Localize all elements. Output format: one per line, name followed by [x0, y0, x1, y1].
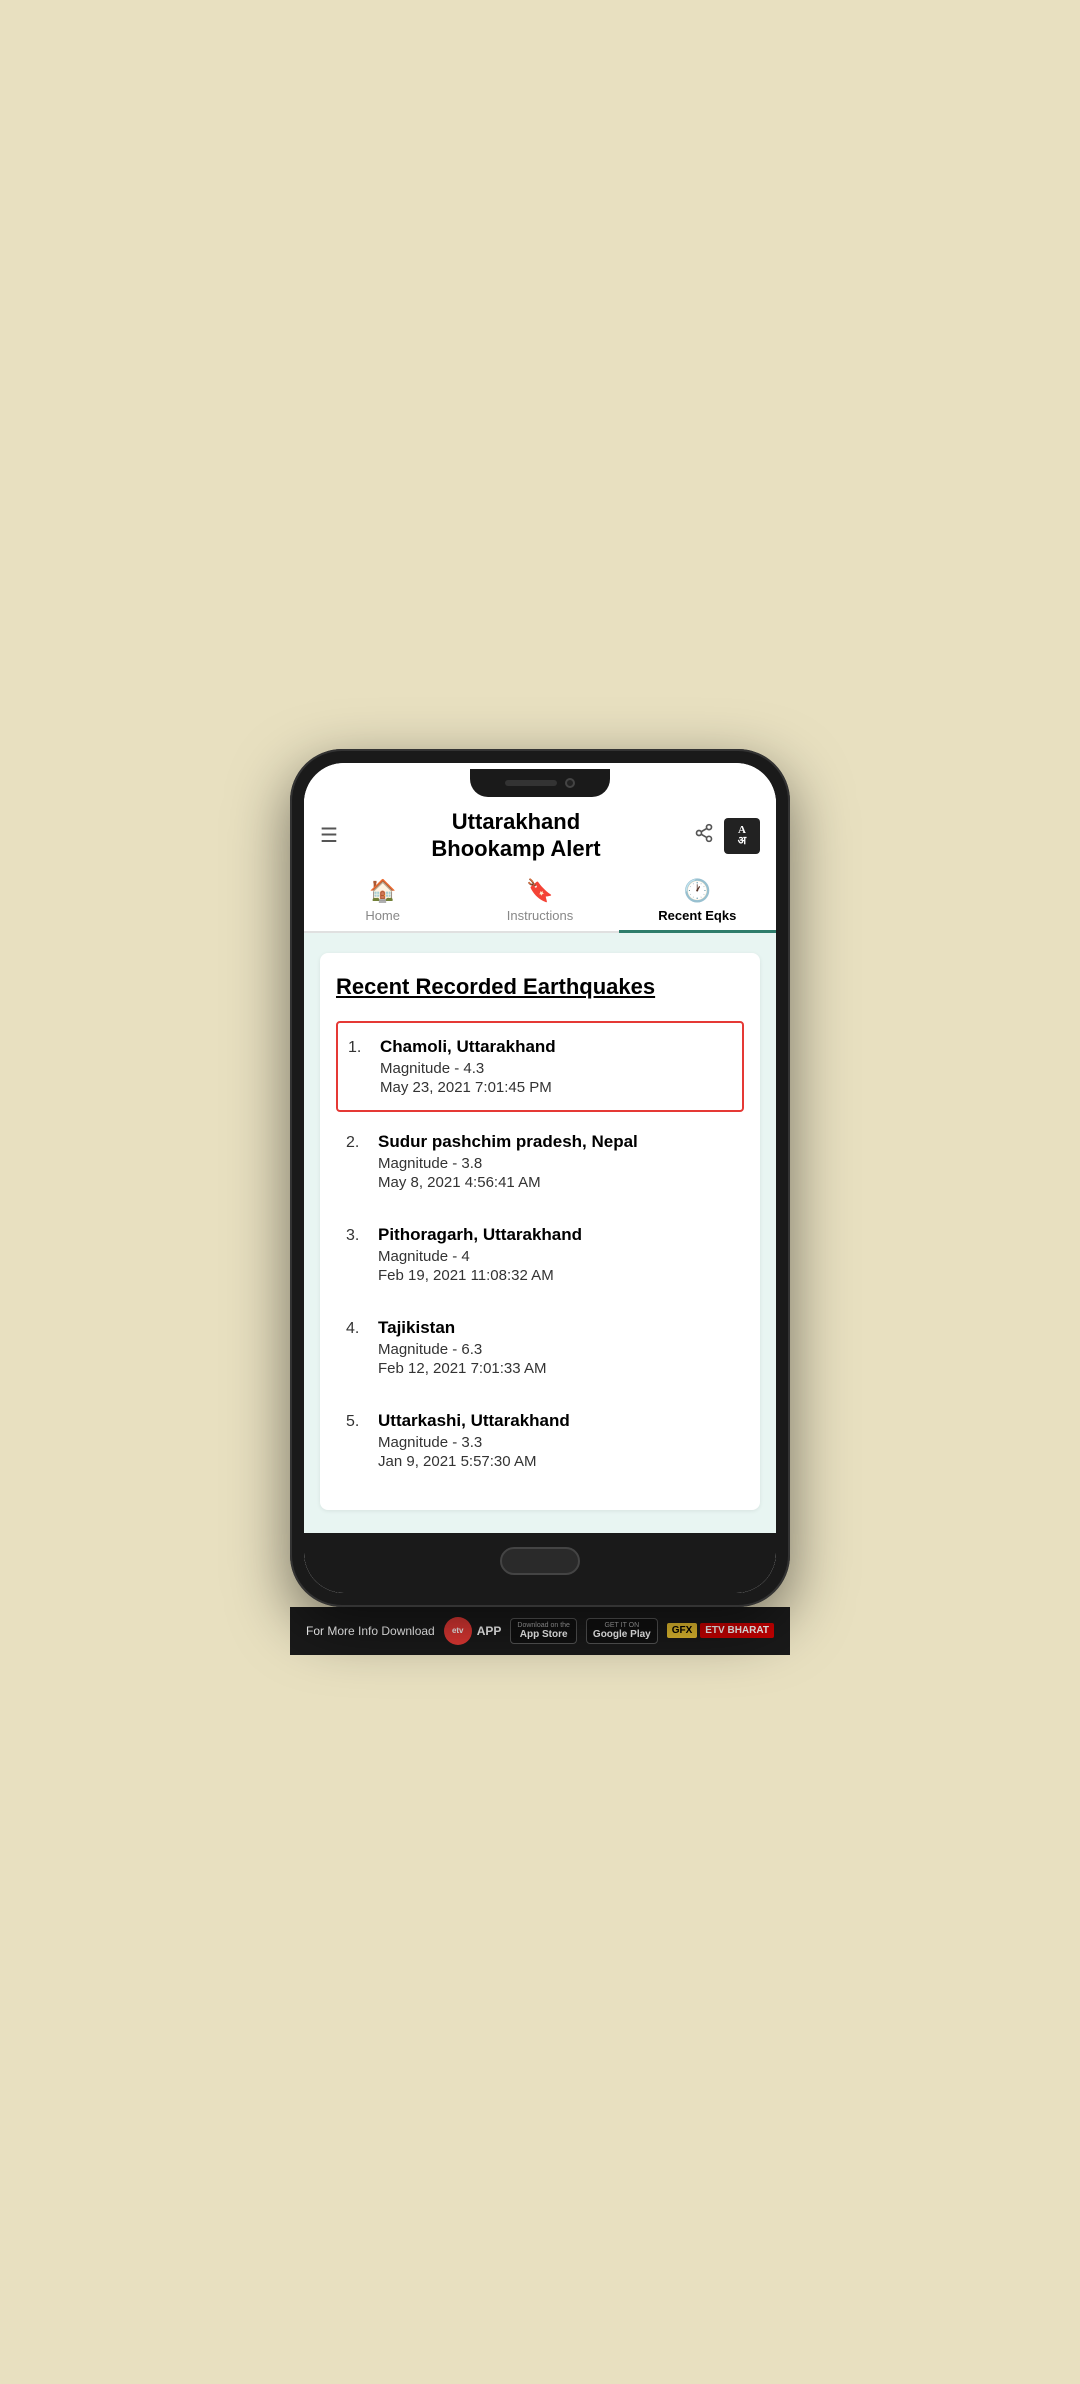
eq-magnitude-5: Magnitude - 3.3	[378, 1434, 734, 1451]
content-card: Recent Recorded Earthquakes 1. Chamoli, …	[320, 953, 760, 1511]
home-button-bar	[304, 1533, 776, 1593]
translate-button[interactable]: A अ	[724, 818, 760, 854]
eq-details-4: Tajikistan Magnitude - 6.3 Feb 12, 2021 …	[378, 1318, 734, 1377]
eq-location-2: Sudur pashchim pradesh, Nepal	[378, 1132, 734, 1152]
eq-number-4: 4.	[346, 1318, 378, 1338]
phone-wrapper: ☰ Uttarakhand Bhookamp Alert	[270, 749, 810, 1655]
tab-instructions[interactable]: 🔖 Instructions	[461, 870, 618, 931]
google-play-line2: Google Play	[593, 1629, 651, 1640]
eq-date-4: Feb 12, 2021 7:01:33 AM	[378, 1360, 734, 1377]
eq-date-1: May 23, 2021 7:01:45 PM	[380, 1079, 732, 1096]
eq-date-2: May 8, 2021 4:56:41 AM	[378, 1174, 734, 1191]
brand-badges: GFX ETV BHARAT	[667, 1623, 774, 1638]
eq-location-5: Uttarkashi, Uttarakhand	[378, 1411, 734, 1431]
tab-instructions-label: Instructions	[507, 908, 573, 923]
etvbharat-badge: ETV BHARAT	[700, 1623, 774, 1638]
earthquake-item-4[interactable]: 4. Tajikistan Magnitude - 6.3 Feb 12, 20…	[336, 1304, 744, 1391]
app-store-line2: App Store	[520, 1629, 568, 1640]
google-play-button[interactable]: GET IT ON Google Play	[586, 1618, 658, 1644]
eq-number-5: 5.	[346, 1411, 378, 1431]
bottom-banner: For More Info Download etv APP Download …	[290, 1607, 790, 1655]
app-icon: etv	[444, 1617, 472, 1645]
app-store-line1: Download on the	[517, 1622, 570, 1629]
app-label: APP	[477, 1624, 502, 1638]
earthquake-item-3[interactable]: 3. Pithoragarh, Uttarakhand Magnitude - …	[336, 1211, 744, 1298]
section-title: Recent Recorded Earthquakes	[336, 973, 744, 1002]
header-icons: A अ	[694, 818, 760, 854]
share-icon[interactable]	[694, 823, 714, 848]
eq-date-5: Jan 9, 2021 5:57:30 AM	[378, 1453, 734, 1470]
eq-magnitude-1: Magnitude - 4.3	[380, 1060, 732, 1077]
eq-details-5: Uttarkashi, Uttarakhand Magnitude - 3.3 …	[378, 1411, 734, 1470]
eq-number-3: 3.	[346, 1225, 378, 1245]
eq-details-1: Chamoli, Uttarakhand Magnitude - 4.3 May…	[380, 1037, 732, 1096]
tab-recent-eqks[interactable]: 🕐 Recent Eqks	[619, 870, 776, 931]
speaker	[505, 780, 557, 786]
app-store-button[interactable]: Download on the App Store	[510, 1618, 577, 1644]
earthquake-list: 1. Chamoli, Uttarakhand Magnitude - 4.3 …	[336, 1021, 744, 1484]
eq-location-4: Tajikistan	[378, 1318, 734, 1338]
app-header: ☰ Uttarakhand Bhookamp Alert	[304, 799, 776, 862]
phone-outer: ☰ Uttarakhand Bhookamp Alert	[290, 749, 790, 1607]
app-title: Uttarakhand Bhookamp Alert	[338, 809, 694, 862]
eq-number-2: 2.	[346, 1132, 378, 1152]
earthquake-item-1[interactable]: 1. Chamoli, Uttarakhand Magnitude - 4.3 …	[336, 1021, 744, 1112]
home-button[interactable]	[500, 1547, 580, 1575]
phone-screen: ☰ Uttarakhand Bhookamp Alert	[304, 763, 776, 1593]
header-title: Uttarakhand Bhookamp Alert	[338, 809, 694, 862]
phone-notch	[304, 763, 776, 799]
home-icon: 🏠	[369, 878, 396, 904]
eq-details-2: Sudur pashchim pradesh, Nepal Magnitude …	[378, 1132, 734, 1191]
earthquake-item-2[interactable]: 2. Sudur pashchim pradesh, Nepal Magnitu…	[336, 1118, 744, 1205]
front-camera	[565, 778, 575, 788]
eq-details-3: Pithoragarh, Uttarakhand Magnitude - 4 F…	[378, 1225, 734, 1284]
tab-home[interactable]: 🏠 Home	[304, 870, 461, 931]
tab-recent-label: Recent Eqks	[658, 908, 736, 923]
google-play-line1: GET IT ON	[604, 1622, 639, 1629]
notch-cutout	[470, 769, 610, 797]
history-icon: 🕐	[684, 878, 711, 904]
app-screen: ☰ Uttarakhand Bhookamp Alert	[304, 799, 776, 1533]
eq-magnitude-3: Magnitude - 4	[378, 1248, 734, 1265]
tab-home-label: Home	[365, 908, 400, 923]
menu-icon[interactable]: ☰	[320, 823, 338, 848]
tab-bar: 🏠 Home 🔖 Instructions 🕐 Recent Eqks	[304, 870, 776, 933]
eq-location-3: Pithoragarh, Uttarakhand	[378, 1225, 734, 1245]
gfx-badge: GFX	[667, 1623, 698, 1638]
eq-magnitude-4: Magnitude - 6.3	[378, 1341, 734, 1358]
eq-location-1: Chamoli, Uttarakhand	[380, 1037, 732, 1057]
eq-number-1: 1.	[348, 1037, 380, 1057]
eq-magnitude-2: Magnitude - 3.8	[378, 1155, 734, 1172]
instructions-icon: 🔖	[526, 878, 553, 904]
main-content: Recent Recorded Earthquakes 1. Chamoli, …	[304, 933, 776, 1533]
earthquake-item-5[interactable]: 5. Uttarkashi, Uttarakhand Magnitude - 3…	[336, 1397, 744, 1484]
eq-date-3: Feb 19, 2021 11:08:32 AM	[378, 1267, 734, 1284]
banner-text: For More Info Download	[306, 1624, 435, 1638]
banner-app-section: etv APP	[444, 1617, 502, 1645]
